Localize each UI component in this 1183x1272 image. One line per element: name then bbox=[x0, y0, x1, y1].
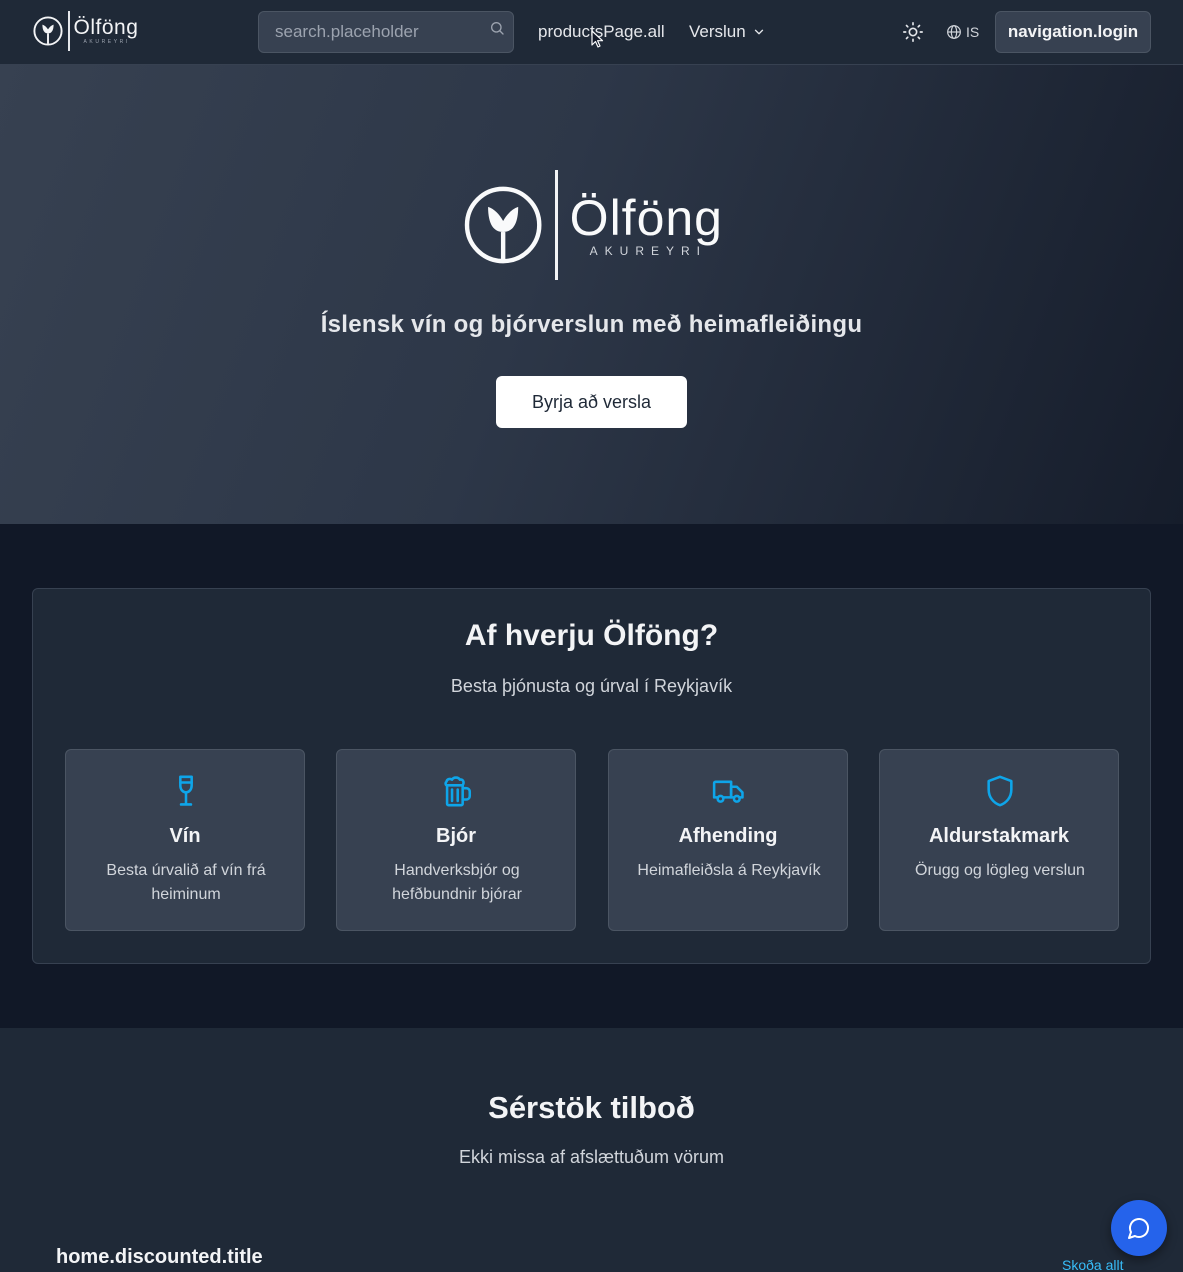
feature-title: Vín bbox=[169, 825, 201, 847]
logo-wordmark: Ölföng AKUREYRI bbox=[74, 17, 139, 45]
logo-divider bbox=[68, 11, 70, 51]
feature-title: Aldurstakmark bbox=[928, 825, 1070, 847]
truck-icon bbox=[712, 780, 744, 803]
hero-logo: Ölföng AKUREYRI bbox=[463, 169, 723, 281]
feature-title: Afhending bbox=[678, 825, 778, 847]
feature-title: Bjór bbox=[436, 825, 476, 847]
hero-logo-name: Ölföng bbox=[569, 190, 723, 246]
view-all-link[interactable]: Skoða allt bbox=[1062, 1257, 1123, 1272]
chat-bubble-icon bbox=[1128, 1218, 1149, 1239]
feature-card-delivery: Afhending Heimafleiðsla á Reykjavík bbox=[608, 749, 848, 931]
logo-name: Ölföng bbox=[73, 16, 139, 39]
search-icon[interactable] bbox=[489, 20, 505, 36]
nav-store-dropdown[interactable]: Verslun bbox=[689, 20, 766, 44]
site-logo[interactable]: Ölföng AKUREYRI bbox=[32, 10, 138, 52]
feature-description: Heimafleiðsla á Reykjavík bbox=[637, 862, 821, 879]
mouse-cursor-icon bbox=[591, 30, 604, 48]
logo-mark-icon bbox=[33, 16, 63, 46]
language-code: IS bbox=[966, 24, 980, 40]
hero-logo-city: AKUREYRI bbox=[589, 244, 708, 258]
language-switcher[interactable]: IS bbox=[946, 20, 979, 44]
globe-icon bbox=[947, 25, 961, 39]
feature-description: Besta úrvalið af vín frá heiminum bbox=[106, 862, 266, 903]
search-input[interactable] bbox=[259, 12, 513, 52]
beer-mug-icon bbox=[444, 776, 472, 807]
offers-title: Sérstök tilboð bbox=[488, 1090, 695, 1125]
why-title: Af hverju Ölföng? bbox=[464, 619, 719, 652]
sun-icon[interactable] bbox=[902, 21, 924, 43]
feature-card-beer: Bjór Handverksbjór og hefðbundnir bjórar bbox=[336, 749, 576, 931]
why-section: Af hverju Ölföng? Besta þjónusta og úrva… bbox=[0, 524, 1183, 1028]
feature-card-wine: Vín Besta úrvalið af vín frá heiminum bbox=[65, 749, 305, 931]
logo-mark-icon bbox=[464, 186, 542, 264]
feature-description: Handverksbjór og hefðbundnir bjórar bbox=[392, 862, 522, 903]
logo-divider bbox=[555, 170, 558, 280]
offers-subtitle: Ekki missa af afslættuðum vörum bbox=[458, 1147, 725, 1167]
wine-glass-icon bbox=[179, 775, 193, 806]
login-button[interactable]: navigation.login bbox=[995, 11, 1151, 53]
search-box bbox=[258, 11, 514, 53]
hero-logo-wordmark: Ölföng AKUREYRI bbox=[570, 193, 723, 257]
why-card: Af hverju Ölföng? Besta þjónusta og úrva… bbox=[32, 588, 1151, 964]
chevron-down-icon bbox=[754, 29, 763, 35]
hero-section: Ölföng AKUREYRI Íslensk vín og bjórversl… bbox=[0, 65, 1183, 524]
start-shopping-button[interactable]: Byrja að versla bbox=[496, 376, 687, 428]
discounted-products-title: home.discounted.title bbox=[56, 1246, 263, 1268]
shield-icon bbox=[987, 775, 1013, 807]
feature-card-age-limit: Aldurstakmark Örugg og lögleg verslun bbox=[879, 749, 1119, 931]
logo-city: AKUREYRI bbox=[83, 39, 130, 45]
why-subtitle: Besta þjónusta og úrval í Reykjavík bbox=[450, 676, 733, 696]
special-offers-section: Sérstök tilboð Ekki missa af afslættuðum… bbox=[0, 1028, 1183, 1272]
hero-tagline: Íslensk vín og bjórverslun með heimaflei… bbox=[320, 311, 863, 338]
nav-store-label: Verslun bbox=[689, 22, 746, 41]
chat-button[interactable] bbox=[1111, 1200, 1167, 1256]
feature-description: Örugg og lögleg verslun bbox=[915, 862, 1085, 879]
